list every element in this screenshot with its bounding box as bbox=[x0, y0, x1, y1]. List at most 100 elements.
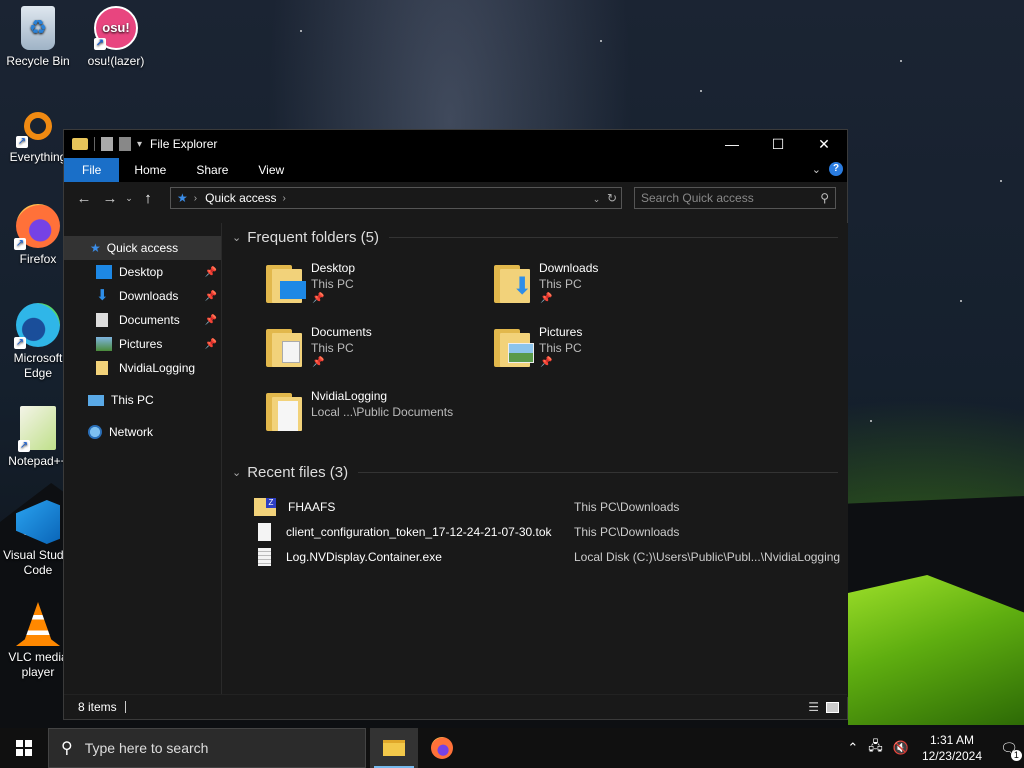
folder-icon bbox=[266, 393, 306, 431]
sidebar-item-downloads[interactable]: ⬇ Downloads 📌 bbox=[64, 284, 221, 308]
folder-tile-downloads[interactable]: ⬇ Downloads This PC 📌 bbox=[484, 259, 704, 315]
large-icons-view-icon[interactable] bbox=[826, 701, 839, 713]
folder-tile-nvidialogging[interactable]: NvidiaLogging Local ...\Public Documents bbox=[256, 387, 476, 443]
recent-file-row[interactable]: Z FHAAFS This PC\Downloads bbox=[254, 496, 679, 518]
folder-tile-pictures[interactable]: Pictures This PC 📌 bbox=[484, 323, 704, 379]
search-box[interactable]: ⚲ bbox=[634, 187, 836, 209]
search-input[interactable] bbox=[641, 191, 811, 205]
taskbar-search-input[interactable] bbox=[82, 739, 327, 757]
item-count: 8 items bbox=[78, 700, 117, 714]
start-button[interactable] bbox=[0, 728, 48, 768]
notification-count: 1 bbox=[1010, 749, 1022, 761]
desktop-icon-label: osu!(lazer) bbox=[87, 54, 145, 68]
notification-center-button[interactable]: 🗨 1 bbox=[994, 728, 1024, 768]
ribbon-tab-view[interactable]: View bbox=[243, 158, 299, 182]
customize-toolbar-icon[interactable]: ▾ bbox=[137, 139, 142, 150]
desktop-icon-label: Everything bbox=[9, 150, 67, 164]
address-bar[interactable]: ★ › Quick access › ⌄ ↻ bbox=[170, 187, 622, 209]
close-button[interactable]: ✕ bbox=[801, 130, 847, 158]
network-status-icon[interactable]: 🖧 bbox=[868, 737, 883, 759]
address-tail: ⌄ ↻ bbox=[593, 191, 617, 205]
recent-file-path: This PC\Downloads bbox=[574, 525, 680, 539]
star bbox=[870, 420, 872, 422]
details-view-icon[interactable]: ☰ bbox=[808, 700, 819, 714]
documents-folder-icon bbox=[266, 329, 306, 367]
desktop-folder-icon bbox=[266, 265, 306, 303]
star bbox=[900, 60, 902, 62]
recent-file-path: This PC\Downloads bbox=[574, 500, 680, 514]
status-bar: 8 items ☰ bbox=[64, 694, 847, 719]
recent-file-row[interactable]: Log.NVDisplay.Container.exe Local Disk (… bbox=[258, 546, 840, 568]
forward-arrow-icon[interactable]: → bbox=[97, 190, 123, 207]
clock[interactable]: 1:31 AM 12/23/2024 bbox=[922, 732, 982, 764]
ribbon-tabs: File Home Share View ⌄ ? bbox=[64, 158, 847, 182]
magnifier-icon: ↗ bbox=[16, 112, 52, 148]
vlc-cone-icon bbox=[16, 602, 60, 646]
documents-icon bbox=[96, 313, 108, 327]
back-arrow-icon[interactable]: ← bbox=[71, 190, 97, 207]
sidebar-item-quick-access[interactable]: ★ Quick access bbox=[64, 236, 221, 260]
pictures-folder-icon bbox=[494, 329, 534, 367]
folder-tile-desktop[interactable]: Desktop This PC 📌 bbox=[256, 259, 476, 315]
address-dropdown-icon[interactable]: ⌄ bbox=[593, 194, 601, 204]
folder-icon bbox=[96, 361, 108, 375]
sidebar-item-desktop[interactable]: Desktop 📌 bbox=[64, 260, 221, 284]
properties-icon[interactable] bbox=[101, 137, 113, 151]
chevron-right-icon[interactable]: › bbox=[194, 193, 197, 204]
ribbon-tab-share[interactable]: Share bbox=[181, 158, 243, 182]
star bbox=[1000, 180, 1002, 182]
clock-date: 12/23/2024 bbox=[921, 749, 982, 763]
group-title: Recent files (3) bbox=[247, 463, 349, 481]
sidebar-item-label: NvidiaLogging bbox=[119, 361, 196, 375]
navigation-bar: ← → ⌄ ↑ ★ › Quick access › ⌄ ↻ ⚲ bbox=[64, 182, 847, 214]
pin-icon[interactable]: 📌 bbox=[205, 315, 217, 326]
volume-muted-icon[interactable]: 🔇 bbox=[893, 740, 909, 756]
pin-icon[interactable]: 📌 bbox=[205, 291, 217, 302]
sidebar-item-this-pc[interactable]: This PC bbox=[64, 388, 221, 412]
sidebar-item-pictures[interactable]: Pictures 📌 bbox=[64, 332, 221, 356]
title-bar[interactable]: ▾ File Explorer — ☐ ✕ bbox=[64, 130, 847, 158]
expand-ribbon-icon[interactable]: ⌄ bbox=[812, 163, 821, 176]
address-location[interactable]: Quick access bbox=[205, 191, 276, 205]
star bbox=[960, 300, 962, 302]
desktop-icon-label: Notepad++ bbox=[8, 454, 68, 468]
taskbar-firefox[interactable] bbox=[418, 728, 466, 768]
recent-file-row[interactable]: client_configuration_token_17-12-24-21-0… bbox=[258, 521, 679, 543]
group-header-frequent[interactable]: ⌄ Frequent folders (5) bbox=[222, 225, 848, 249]
sidebar-item-documents[interactable]: Documents 📌 bbox=[64, 308, 221, 332]
ribbon-tab-home[interactable]: Home bbox=[119, 158, 181, 182]
minimize-button[interactable]: — bbox=[709, 130, 755, 158]
chevron-right-icon[interactable]: › bbox=[282, 193, 285, 204]
taskbar-search-box[interactable]: ⚲ bbox=[48, 728, 366, 768]
folder-tile-documents[interactable]: Documents This PC 📌 bbox=[256, 323, 476, 379]
pin-icon: 📌 bbox=[540, 357, 553, 368]
folder-location: This PC bbox=[539, 341, 582, 355]
pictures-icon bbox=[96, 337, 112, 351]
sidebar-item-nvidialogging[interactable]: NvidiaLogging bbox=[64, 356, 221, 380]
up-arrow-icon[interactable]: ↑ bbox=[135, 190, 161, 207]
taskbar: ⚲ ⌃ 🖧 🔇 1:31 AM 12/23/2024 🗨1 bbox=[0, 728, 1024, 768]
chevron-up-icon[interactable]: ⌃ bbox=[847, 740, 858, 756]
desktop-icon-recycle-bin[interactable]: ♻ Recycle Bin bbox=[0, 6, 76, 69]
recent-locations-icon[interactable]: ⌄ bbox=[123, 193, 135, 204]
new-folder-icon[interactable] bbox=[119, 137, 131, 151]
folder-icon[interactable] bbox=[72, 138, 88, 150]
sidebar-item-label: Documents bbox=[119, 313, 180, 327]
ribbon-tab-file[interactable]: File bbox=[64, 158, 120, 182]
recent-file-name: FHAAFS bbox=[288, 500, 336, 514]
taskbar-file-explorer[interactable] bbox=[370, 728, 418, 768]
desktop-icon-osu[interactable]: osu! ↗ osu!(lazer) bbox=[78, 6, 154, 69]
sidebar-item-network[interactable]: Network bbox=[64, 420, 221, 444]
pin-icon[interactable]: 📌 bbox=[205, 339, 217, 350]
group-header-recent[interactable]: ⌄ Recent files (3) bbox=[222, 460, 848, 484]
refresh-icon[interactable]: ↻ bbox=[607, 191, 617, 205]
chevron-down-icon[interactable]: ⌄ bbox=[232, 466, 241, 479]
folder-location: Local ...\Public Documents bbox=[311, 405, 454, 419]
pin-icon[interactable]: 📌 bbox=[205, 267, 217, 278]
sidebar-item-label: Desktop bbox=[119, 265, 164, 279]
maximize-button[interactable]: ☐ bbox=[755, 130, 801, 158]
help-icon[interactable]: ? bbox=[829, 162, 843, 176]
search-icon[interactable]: ⚲ bbox=[820, 191, 829, 205]
shortcut-arrow-icon: ↗ bbox=[15, 534, 26, 545]
chevron-down-icon[interactable]: ⌄ bbox=[232, 231, 241, 244]
